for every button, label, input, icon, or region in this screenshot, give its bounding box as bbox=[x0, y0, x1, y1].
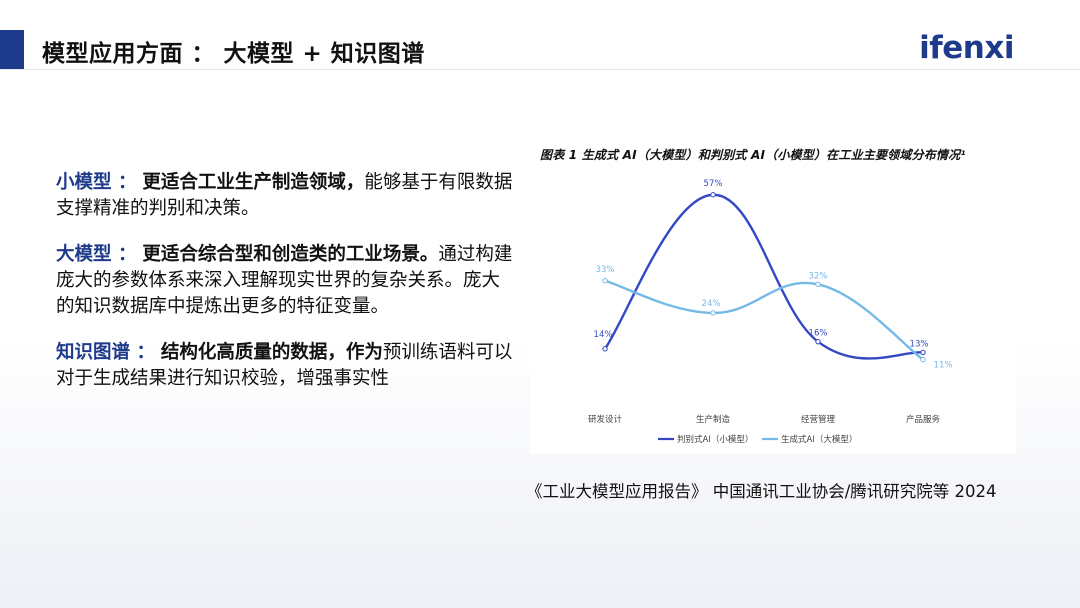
data-label: 16% bbox=[809, 329, 828, 339]
data-point bbox=[602, 346, 608, 352]
point-keyword: 小模型 ： bbox=[56, 172, 137, 193]
ifenxi-logo: ifenxi bbox=[919, 30, 1014, 66]
data-point bbox=[710, 310, 716, 316]
x-tick-label: 产品服务 bbox=[906, 414, 941, 425]
data-point bbox=[602, 278, 608, 284]
data-label: 33% bbox=[596, 265, 615, 275]
series-line bbox=[603, 193, 925, 360]
point-large-model: 大模型 ： 更适合综合型和创造类的工业场景。通过构建庞大的参数体系来深入理解现实… bbox=[56, 242, 516, 320]
data-point bbox=[815, 281, 821, 288]
key-points: 小模型 ： 更适合工业生产制造领域，能够基于有限数据支撑精准的判别和决策。 大模… bbox=[56, 170, 516, 412]
data-point bbox=[920, 356, 926, 363]
point-bold-text: 更适合综合型和创造类的工业场景。 bbox=[142, 244, 439, 265]
point-keyword: 大模型 ： bbox=[56, 244, 137, 265]
data-point bbox=[920, 349, 926, 356]
data-point bbox=[815, 338, 821, 345]
point-bold-text: 更适合工业生产制造领域， bbox=[142, 172, 365, 193]
legend-label: 判别式AI（小模型） bbox=[677, 434, 753, 445]
data-label: 24% bbox=[702, 299, 721, 309]
data-label: 32% bbox=[809, 271, 828, 281]
legend-label: 生成式AI（大模型） bbox=[781, 434, 857, 445]
data-label: 57% bbox=[704, 179, 723, 189]
data-label: 13% bbox=[910, 339, 929, 349]
source-citation: 《工业大模型应用报告》 中国通讯工业协会/腾讯研究院等 2024 bbox=[526, 482, 997, 501]
x-tick-label: 生产制造 bbox=[696, 414, 731, 425]
x-tick-label: 研发设计 bbox=[588, 414, 623, 425]
x-tick-label: 经营管理 bbox=[801, 414, 836, 425]
point-knowledge-graph: 知识图谱 ： 结构化高质量的数据，作为预训练语料可以对于生成结果进行知识校验，增… bbox=[56, 340, 516, 392]
line-chart: 研发设计 生产制造 经营管理 产品服务 14% 57% 16% 13% 33% 24% 32% 11%… bbox=[588, 179, 953, 445]
page-title: 模型应用方面 ： 大模型 + 知识图谱 bbox=[42, 41, 425, 67]
data-point bbox=[710, 192, 716, 198]
header-divider bbox=[0, 69, 1080, 70]
point-small-model: 小模型 ： 更适合工业生产制造领域，能够基于有限数据支撑精准的判别和决策。 bbox=[56, 170, 516, 222]
figure-caption: 图表 1 生成式 AI（大模型）和判别式 AI（小模型）在工业主要领域分布情况¹ bbox=[540, 148, 966, 162]
point-keyword: 知识图谱 ： bbox=[56, 342, 155, 363]
data-label: 11% bbox=[934, 361, 953, 371]
chart-card: 研发设计 生产制造 经营管理 产品服务 14% 57% 16% 13% 33% 24% 32% 11%… bbox=[530, 166, 1016, 454]
data-label: 14% bbox=[594, 330, 613, 340]
point-bold-text: 结构化高质量的数据，作为 bbox=[160, 342, 383, 363]
series-line bbox=[603, 279, 925, 361]
title-accent-bar bbox=[0, 30, 24, 70]
